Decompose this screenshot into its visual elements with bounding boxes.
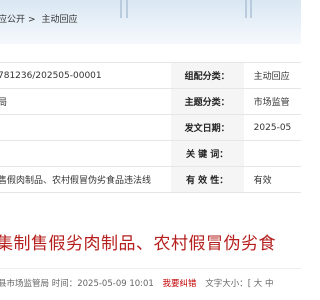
index-number: 781236/202505-00001 [0,70,102,81]
topic-value: 市场监管 [253,98,290,108]
banner-decoration [245,0,247,18]
validity-label: 有 效 性： [170,166,244,193]
font-size-medium[interactable]: 中 [265,279,274,289]
issue-date-label: 发文日期： [170,114,244,141]
validity-value: 有效 [253,176,272,186]
breadcrumb-separator: > [28,15,36,25]
banner-decoration [250,0,252,18]
table-row: 发文日期： 2025-05 [0,114,301,141]
issue-date-value: 2025-05 [253,122,292,133]
publish-time: 2025-05-09 10:01 [77,279,154,289]
article-title: 集制售假劣肉制品、农村假冒伪劣食 [0,234,276,254]
category-label: 组配分类： [170,62,244,89]
document-meta-table: 781236/202505-00001 组配分类： 主动回应 局 主题分类： 市… [0,62,301,193]
table-row: 局 主题分类： 市场监管 [0,88,301,115]
publisher-value: 局 [0,95,171,108]
table-row: 781236/202505-00001 组配分类： 主动回应 [0,62,301,89]
article-info-bar: 县市场监管局 时间：2025-05-09 10:01 我要纠错 文字大小：[ 大… [0,277,274,289]
table-row: 售假肉制品、农村假冒伪劣食品违法线 有 效 性： 有效 [0,166,301,193]
font-size-label[interactable]: 文字大小：[ 大 [205,279,262,289]
category-value: 主动回应 [253,72,290,82]
divider [0,268,301,269]
document-title-value: 售假肉制品、农村假冒伪劣食品违法线 [0,176,152,186]
breadcrumb: 应公开 > 主动回应 [0,12,80,25]
keywords-label: 关 键 词： [170,140,244,167]
breadcrumb-item-response[interactable]: 主动回应 [41,15,77,25]
time-label: 时间： [51,279,78,289]
topic-label: 主题分类： [170,88,244,115]
report-error-link[interactable]: 我要纠错 [163,279,197,289]
table-row: 关 键 词： [0,140,301,167]
banner-decoration [120,0,122,18]
source-text: 县市场监管局 [0,279,50,289]
breadcrumb-item-disclosure[interactable]: 应公开 [0,15,25,25]
banner-decoration [126,0,128,18]
